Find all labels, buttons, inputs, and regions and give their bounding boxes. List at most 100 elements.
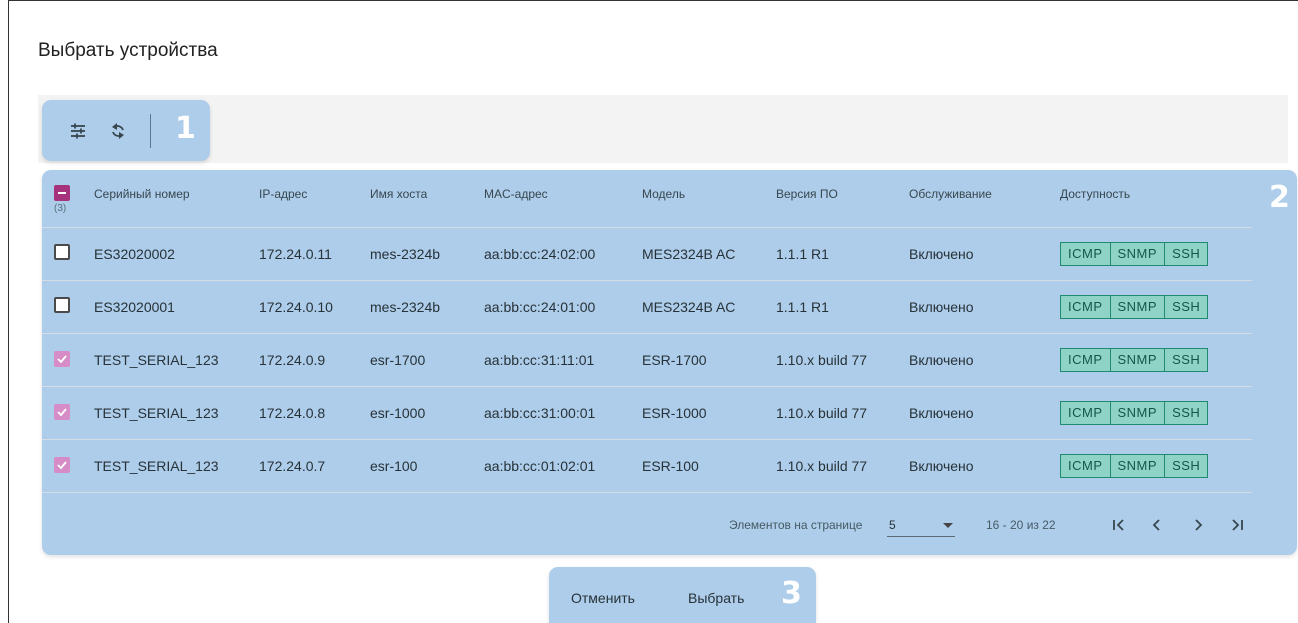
items-per-page-label: Элементов на странице <box>729 518 863 532</box>
callout-number-1: 1 <box>175 111 196 146</box>
page-range-label: 16 - 20 из 22 <box>986 518 1056 532</box>
row-checkbox[interactable] <box>54 351 70 367</box>
column-header-ip[interactable]: IP-адрес <box>259 170 370 227</box>
table-row[interactable]: ES32020002 172.24.0.11 mes-2324b aa:bb:cc:2… <box>42 227 1252 280</box>
column-header-host[interactable]: Имя хоста <box>370 170 484 227</box>
select-all-checkbox[interactable] <box>54 184 70 201</box>
first-page-icon <box>1113 519 1124 531</box>
table-header-row: (3) Серийный номер IP-адрес Имя хоста MA… <box>42 170 1252 227</box>
availability-cell: ICMP SNMP SSH <box>1060 386 1252 439</box>
row-checkbox[interactable] <box>54 297 70 313</box>
column-header-mac[interactable]: MAC-адрес <box>484 170 642 227</box>
model-cell: MES2324B AC <box>642 298 736 315</box>
page-size-select[interactable]: 5 <box>887 512 955 537</box>
last-page-button[interactable] <box>1222 510 1252 540</box>
cancel-button[interactable]: Отменить <box>567 588 639 608</box>
column-header-availability[interactable]: Доступность <box>1060 170 1252 227</box>
callout-number-3: 3 <box>781 576 802 611</box>
toolbar-strip <box>38 95 1288 163</box>
checkmark-icon <box>57 408 67 417</box>
toolbar-callout: 1 <box>42 100 210 161</box>
row-select-cell <box>42 280 94 333</box>
availability-badges: ICMP SNMP SSH <box>1060 241 1209 266</box>
availability-badge: SNMP <box>1111 295 1166 318</box>
firmware-version-cell: 1.10.x build 77 <box>776 351 868 368</box>
row-checkbox[interactable] <box>54 244 70 260</box>
availability-badges: ICMP SNMP SSH <box>1060 453 1209 478</box>
row-select-cell <box>42 386 94 439</box>
availability-cell: ICMP SNMP SSH <box>1060 333 1252 386</box>
next-page-button[interactable] <box>1183 510 1213 540</box>
service-status-cell: Включено <box>909 351 974 368</box>
last-page-icon <box>1232 519 1243 531</box>
availability-cell: ICMP SNMP SSH <box>1060 439 1252 492</box>
availability-badge: ICMP <box>1061 348 1111 371</box>
hostname-cell: esr-1700 <box>370 351 426 368</box>
table-row[interactable]: TEST_SERIAL_123 172.24.0.7 esr-100 aa:bb:cc… <box>42 439 1252 492</box>
callout-number-2: 2 <box>1269 180 1290 215</box>
mac-address-cell: aa:bb:cc:31:11:01 <box>484 351 595 368</box>
ip-address-cell: 172.24.0.11 <box>259 245 332 262</box>
column-header-serial[interactable]: Серийный номер <box>94 170 259 227</box>
caret-down-icon <box>943 523 953 528</box>
availability-badge: ICMP <box>1061 401 1111 424</box>
service-status-cell: Включено <box>909 457 974 474</box>
refresh-icon[interactable] <box>104 117 132 145</box>
paginator: Элементов на странице 5 16 - 20 из 22 <box>42 510 1292 542</box>
firmware-version-cell: 1.10.x build 77 <box>776 457 868 474</box>
first-page-button[interactable] <box>1104 510 1134 540</box>
select-button[interactable]: Выбрать <box>684 588 748 608</box>
ip-address-cell: 172.24.0.8 <box>259 404 326 421</box>
select-all-cell: (3) <box>42 170 94 227</box>
availability-badge: ICMP <box>1061 295 1111 318</box>
serial-number-cell: ES32020001 <box>94 298 175 315</box>
availability-badges: ICMP SNMP SSH <box>1060 400 1209 425</box>
row-select-cell <box>42 227 94 280</box>
mac-address-cell: aa:bb:cc:01:02:01 <box>484 457 596 474</box>
availability-badge: SNMP <box>1111 242 1166 265</box>
table-row[interactable]: TEST_SERIAL_123 172.24.0.8 esr-1000 aa:bb:c… <box>42 386 1252 439</box>
availability-badges: ICMP SNMP SSH <box>1060 294 1209 319</box>
serial-number-cell: TEST_SERIAL_123 <box>94 404 219 421</box>
model-cell: ESR-100 <box>642 457 699 474</box>
previous-page-button[interactable] <box>1142 510 1172 540</box>
checkmark-icon <box>57 355 67 364</box>
model-cell: MES2324B AC <box>642 245 736 262</box>
table-row[interactable]: ES32020001 172.24.0.10 mes-2324b aa:bb:cc:2… <box>42 280 1252 333</box>
chevron-right-icon <box>1195 519 1203 531</box>
availability-cell: ICMP SNMP SSH <box>1060 280 1252 333</box>
service-status-cell: Включено <box>909 404 974 421</box>
mac-address-cell: aa:bb:cc:24:02:00 <box>484 245 596 262</box>
row-select-cell <box>42 439 94 492</box>
service-status-cell: Включено <box>909 245 974 262</box>
availability-badge: SNMP <box>1111 401 1166 424</box>
ip-address-cell: 172.24.0.9 <box>259 351 326 368</box>
table-row[interactable]: TEST_SERIAL_123 172.24.0.9 esr-1700 aa:bb:c… <box>42 333 1252 386</box>
tune-icon[interactable] <box>64 117 92 145</box>
availability-badge: SSH <box>1172 404 1201 420</box>
row-select-cell <box>42 333 94 386</box>
selected-count: (3) <box>54 202 67 214</box>
availability-badges: ICMP SNMP SSH <box>1060 347 1209 372</box>
row-checkbox[interactable] <box>54 457 70 473</box>
hostname-cell: mes-2324b <box>370 298 441 315</box>
row-checkbox[interactable] <box>54 404 70 420</box>
mac-address-cell: aa:bb:cc:24:01:00 <box>484 298 596 315</box>
availability-cell: ICMP SNMP SSH <box>1060 227 1252 280</box>
availability-badge: SSH <box>1172 351 1201 367</box>
hostname-cell: esr-1000 <box>370 404 426 421</box>
availability-badge: SNMP <box>1111 348 1166 371</box>
availability-badge: SSH <box>1172 298 1201 314</box>
model-cell: ESR-1000 <box>642 404 707 421</box>
column-header-model[interactable]: Модель <box>642 170 776 227</box>
table-callout: (3) Серийный номер IP-адрес Имя хоста MA… <box>42 170 1297 555</box>
service-status-cell: Включено <box>909 298 974 315</box>
availability-badge: ICMP <box>1061 454 1111 477</box>
model-cell: ESR-1700 <box>642 351 707 368</box>
availability-badge: ICMP <box>1061 242 1111 265</box>
column-header-service[interactable]: Обслуживание <box>909 170 1060 227</box>
toolbar-divider <box>150 114 151 148</box>
availability-badge: SSH <box>1172 457 1201 473</box>
column-header-firmware[interactable]: Версия ПО <box>776 170 909 227</box>
actions-callout: Отменить Выбрать 3 <box>549 567 816 623</box>
